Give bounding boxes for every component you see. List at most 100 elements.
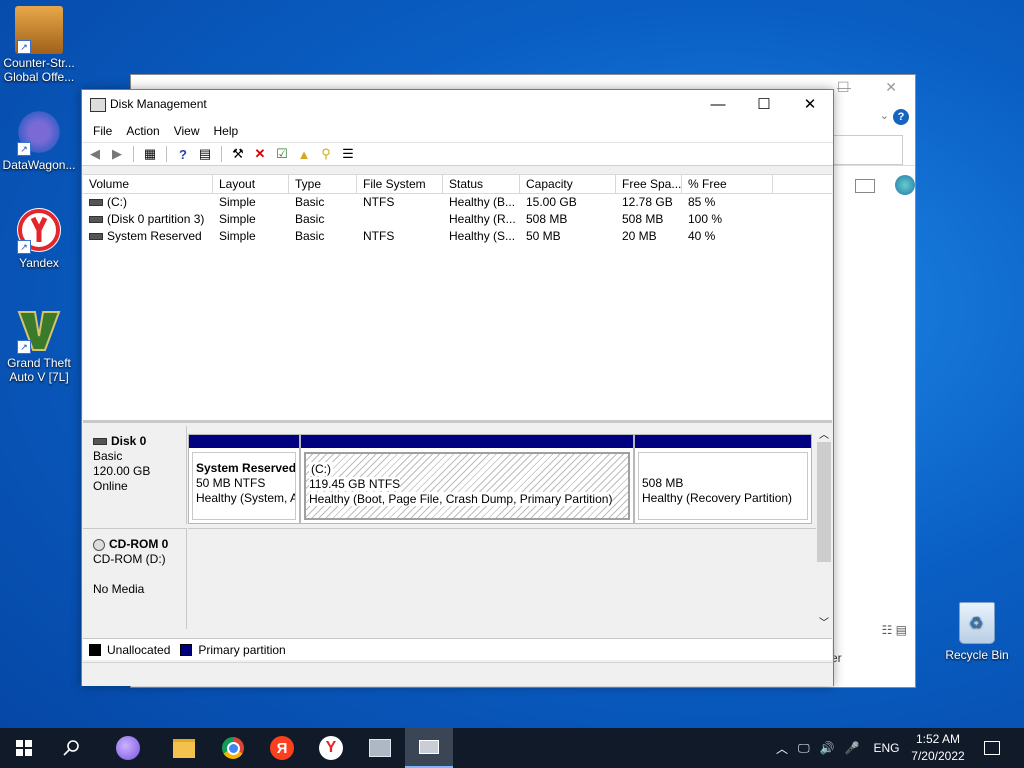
toolbar-separator	[133, 146, 134, 162]
col-percent-free[interactable]: % Free	[682, 175, 773, 193]
action-center-button[interactable]	[968, 728, 1016, 768]
window-title: Disk Management	[110, 97, 207, 111]
help-icon[interactable]: ?	[893, 109, 909, 125]
desktop-icon-recycle-bin[interactable]: ♻ Recycle Bin	[940, 602, 1014, 662]
table-row[interactable]: (C:) Simple Basic NTFS Healthy (B... 15.…	[83, 194, 832, 211]
cdrom-icon	[93, 538, 105, 551]
connect-disk-icon[interactable]: ⚒	[229, 145, 247, 163]
partition-recovery[interactable]: 508 MB Healthy (Recovery Partition)	[634, 434, 812, 524]
list-icon[interactable]: ☰	[339, 145, 357, 163]
menu-action[interactable]: Action	[119, 124, 166, 138]
language-indicator[interactable]: ENG	[874, 741, 900, 755]
volume-name: (C:)	[107, 195, 127, 209]
microphone-icon[interactable]: 🎤	[845, 741, 860, 755]
maximize-button[interactable]: ☐	[741, 90, 787, 120]
disk-graphical-view: Disk 0 Basic 120.00 GB Online System Res…	[83, 426, 816, 629]
menu-help[interactable]: Help	[207, 124, 246, 138]
desktop-icon-label: Counter-Str... Global Offe...	[3, 56, 75, 84]
search-icon[interactable]: ⚲	[317, 145, 335, 163]
network-icon[interactable]: 🖵	[798, 741, 810, 756]
disk-management-taskbar-button[interactable]	[405, 728, 453, 768]
shortcut-arrow-icon: ↗	[17, 40, 31, 54]
partition-c[interactable]: (C:) 119.45 GB NTFS Healthy (Boot, Page …	[300, 434, 634, 524]
scrollbar-thumb[interactable]	[817, 442, 831, 562]
partition-fs: 119.45 GB NTFS	[309, 477, 401, 491]
chrome-button[interactable]	[209, 728, 257, 768]
disk-management-window[interactable]: Disk Management — ☐ ✕ File Action View H…	[81, 89, 834, 686]
toolbar-separator	[166, 146, 167, 162]
cell-free-space: 20 MB	[622, 229, 657, 243]
gta5-icon: ↗	[15, 306, 63, 354]
scroll-down-icon[interactable]: ﹀	[819, 614, 829, 629]
drive-icon	[89, 233, 103, 241]
col-file-system[interactable]: File System	[357, 175, 443, 193]
legend-unallocated: Unallocated	[107, 642, 171, 657]
file-explorer-button[interactable]	[160, 728, 208, 768]
alice-button[interactable]	[104, 728, 152, 768]
start-button[interactable]	[0, 728, 48, 768]
close-button[interactable]: ✕	[787, 90, 833, 120]
cell-file-system: NTFS	[363, 195, 395, 209]
mail-icon[interactable]	[855, 179, 875, 193]
table-row[interactable]: (Disk 0 partition 3) Simple Basic Health…	[83, 211, 832, 228]
volume-name: (Disk 0 partition 3)	[107, 212, 205, 226]
scroll-up-icon[interactable]: ︿	[819, 426, 829, 441]
csgo-icon: ↗	[15, 6, 63, 54]
cdrom-0-label[interactable]: CD-ROM 0 CD-ROM (D:) No Media	[83, 528, 187, 629]
delete-icon[interactable]: ✕	[251, 145, 269, 163]
folder-up-icon[interactable]: ▲	[295, 145, 313, 163]
address-bar[interactable]	[831, 135, 903, 165]
col-status[interactable]: Status	[443, 175, 520, 193]
disk-0-label[interactable]: Disk 0 Basic 120.00 GB Online	[83, 426, 187, 524]
back-icon[interactable]: ◀	[86, 145, 104, 163]
show-hide-icon[interactable]: ▤	[196, 145, 214, 163]
col-layout[interactable]: Layout	[213, 175, 289, 193]
menu-file[interactable]: File	[86, 124, 119, 138]
disk-type: Basic	[93, 449, 123, 463]
chevron-down-icon[interactable]: ⌄	[880, 109, 889, 122]
notification-icon	[984, 741, 1000, 755]
disk-size: 120.00 GB	[93, 464, 151, 478]
search-icon	[63, 740, 79, 756]
vertical-scrollbar[interactable]: ︿ ﹀	[816, 426, 832, 629]
chrome-icon	[222, 737, 244, 759]
drive-icon	[89, 199, 103, 207]
desktop-icon-yandex[interactable]: ↗ Yandex	[0, 206, 78, 270]
desktop-icon-datawagon[interactable]: ↗ DataWagon...	[0, 108, 78, 172]
computer-management-button[interactable]	[356, 728, 404, 768]
view-toggle-icon[interactable]: ☷ ▤	[882, 623, 907, 637]
cell-volume: System Reserved	[83, 228, 213, 245]
maximize-icon[interactable]: ☐	[837, 79, 851, 96]
col-free-space[interactable]: Free Spa...	[616, 175, 682, 193]
properties-icon[interactable]: ▦	[141, 145, 159, 163]
col-volume[interactable]: Volume	[83, 175, 213, 193]
forward-icon[interactable]: ▶	[108, 145, 126, 163]
minimize-button[interactable]: —	[695, 90, 741, 120]
yandex-app-button[interactable]: Я	[258, 728, 306, 768]
col-type[interactable]: Type	[289, 175, 357, 193]
clock[interactable]: 1:52 AM 7/20/2022	[904, 731, 972, 765]
shell-icon[interactable]	[895, 175, 915, 195]
cell-free-space: 12.78 GB	[622, 195, 673, 209]
yandex-browser-icon: Y	[319, 736, 343, 760]
desktop-icon-csgo[interactable]: ↗ Counter-Str... Global Offe...	[0, 6, 78, 84]
col-capacity[interactable]: Capacity	[520, 175, 616, 193]
search-button[interactable]	[48, 728, 96, 768]
chevron-up-icon[interactable]: ︿	[776, 740, 788, 757]
table-row[interactable]: System Reserved Simple Basic NTFS Health…	[83, 228, 832, 245]
partition-system-reserved[interactable]: System Reserved 50 MB NTFS Healthy (Syst…	[188, 434, 300, 524]
help-icon[interactable]: ?	[174, 145, 192, 163]
close-icon[interactable]: ✕	[885, 79, 897, 96]
windows-icon	[16, 740, 32, 756]
volume-icon[interactable]: 🔊	[820, 741, 835, 755]
system-tray: ︿ 🖵 🔊 🎤 ENG	[776, 728, 914, 768]
menu-view[interactable]: View	[167, 124, 207, 138]
yandex-browser-button[interactable]: Y	[307, 728, 355, 768]
desktop-icon-gta5[interactable]: ↗ Grand Theft Auto V [7L]	[0, 306, 78, 384]
toolbar: ◀ ▶ ▦ ? ▤ ⚒ ✕ ☑ ▲ ⚲ ☰	[82, 142, 833, 166]
partition-fs: 508 MB	[642, 476, 684, 490]
title-bar[interactable]: Disk Management — ☐ ✕	[82, 90, 833, 120]
cell-status: Healthy (S...	[449, 229, 516, 243]
volume-list[interactable]: Volume Layout Type File System Status Ca…	[83, 174, 832, 423]
check-icon[interactable]: ☑	[273, 145, 291, 163]
